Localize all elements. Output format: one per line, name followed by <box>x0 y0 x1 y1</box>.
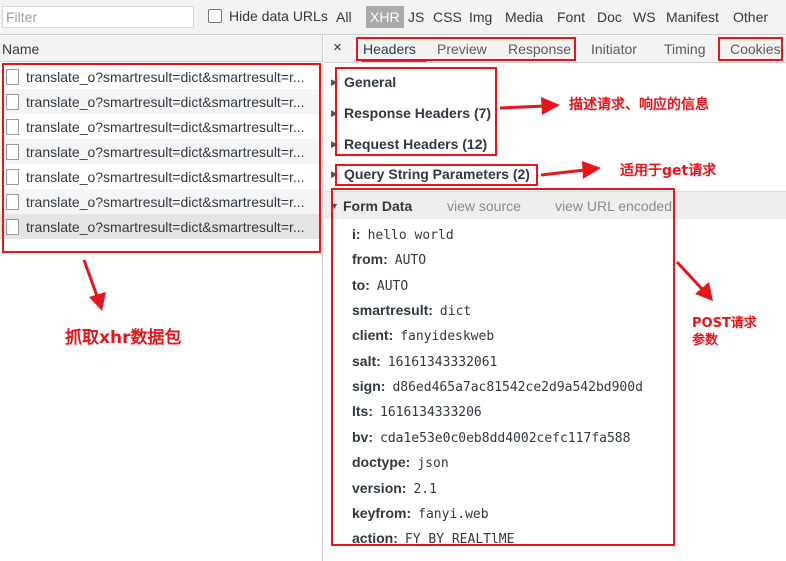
tab-timing[interactable]: Timing <box>664 41 706 57</box>
view-source-link[interactable]: view source <box>447 198 521 214</box>
section-form-data[interactable]: ▼ Form Data <box>330 198 412 214</box>
note-get-params: 适用于get请求 <box>620 163 717 179</box>
section-form-data-label: Form Data <box>343 198 413 214</box>
document-icon <box>6 143 19 160</box>
type-filter-all[interactable]: All <box>336 8 352 26</box>
form-param-bv: bv: cda1e53e0c0eb8dd4002cefc117fa588 <box>352 429 631 446</box>
tab-initiator[interactable]: Initiator <box>591 41 637 57</box>
arrow-get-params <box>540 168 586 177</box>
form-param-sign: sign: d86ed465a7ac81542ce2d9a542bd900d <box>352 378 643 395</box>
section-query-string-label: Query String Parameters (2) <box>344 166 530 182</box>
arrow-headers-info <box>499 104 546 110</box>
note-headers-info: 描述请求、响应的信息 <box>569 97 709 113</box>
form-param-lts: lts: 1616134333206 <box>352 403 482 420</box>
expand-triangle-icon: ▶ <box>331 138 338 149</box>
document-icon <box>6 218 19 235</box>
request-name: translate_o?smartresult=dict&smartresult… <box>26 93 305 110</box>
expand-triangle-icon: ▶ <box>331 76 338 87</box>
type-filter-img[interactable]: Img <box>469 8 492 26</box>
section-request-headers-label: Request Headers (12) <box>344 136 488 152</box>
view-url-encoded-link[interactable]: view URL encoded <box>555 198 672 214</box>
close-icon[interactable]: × <box>333 39 342 56</box>
document-icon <box>6 118 19 135</box>
arrow-post-params-head <box>695 282 713 301</box>
arrow-get-params-head <box>582 161 601 179</box>
type-filter-doc[interactable]: Doc <box>597 8 622 26</box>
type-filter-font[interactable]: Font <box>557 8 585 26</box>
tab-cookies[interactable]: Cookies <box>730 41 781 57</box>
form-param-action: action: FY_BY_REALTlME <box>352 530 515 547</box>
document-icon <box>6 68 19 85</box>
section-response-headers[interactable]: ▶ Response Headers (7) <box>331 105 491 121</box>
active-tab-indicator <box>361 60 427 62</box>
request-row[interactable]: translate_o?smartresult=dict&smartresult… <box>0 114 322 139</box>
section-response-headers-label: Response Headers (7) <box>344 105 492 121</box>
form-param-salt: salt: 16161343332061 <box>352 353 498 370</box>
request-name: translate_o?smartresult=dict&smartresult… <box>26 168 305 185</box>
request-name: translate_o?smartresult=dict&smartresult… <box>26 193 305 210</box>
form-param-to: to: AUTO <box>352 277 409 294</box>
request-name: translate_o?smartresult=dict&smartresult… <box>26 118 305 135</box>
document-icon <box>6 193 19 210</box>
form-param-keyfrom: keyfrom: fanyi.web <box>352 505 489 522</box>
form-param-smartresult: smartresult: dict <box>352 302 472 319</box>
request-row[interactable]: translate_o?smartresult=dict&smartresult… <box>0 64 322 89</box>
arrow-post-params <box>675 260 704 291</box>
tab-preview[interactable]: Preview <box>437 41 487 57</box>
form-param-from: from: AUTO <box>352 251 427 268</box>
type-filter-css[interactable]: CSS <box>433 8 462 26</box>
type-filter-other[interactable]: Other <box>733 8 768 26</box>
name-column-header[interactable]: Name <box>0 35 323 62</box>
note-capture-xhr: 抓取xhr数据包 <box>65 328 182 348</box>
request-row[interactable]: translate_o?smartresult=dict&smartresult… <box>0 189 322 214</box>
section-request-headers[interactable]: ▶ Request Headers (12) <box>331 136 487 152</box>
arrow-headers-info-head <box>541 97 560 115</box>
hide-data-urls-toggle[interactable]: Hide data URLs <box>208 8 328 24</box>
filter-input[interactable] <box>2 6 194 28</box>
network-toolbar: Hide data URLs All XHR JS CSS Img Media … <box>0 0 786 35</box>
type-filter-xhr[interactable]: XHR <box>366 6 404 28</box>
request-name: translate_o?smartresult=dict&smartresult… <box>26 143 305 160</box>
document-icon <box>6 168 19 185</box>
form-data-header: ▼ Form Data view source view URL encoded <box>324 191 786 219</box>
note-post-params-line2: 参数 <box>692 333 719 348</box>
request-name: translate_o?smartresult=dict&smartresult… <box>26 218 305 235</box>
form-param-client: client: fanyideskweb <box>352 327 495 344</box>
form-param-i: i: hello world <box>352 226 454 243</box>
form-param-doctype: doctype: json <box>352 454 449 471</box>
form-param-version: version: 2.1 <box>352 480 437 497</box>
request-row[interactable]: translate_o?smartresult=dict&smartresult… <box>0 139 322 164</box>
tab-headers[interactable]: Headers <box>363 41 416 57</box>
section-query-string[interactable]: ▶ Query String Parameters (2) <box>331 166 530 182</box>
type-filter-ws[interactable]: WS <box>633 8 656 26</box>
tab-response[interactable]: Response <box>508 41 571 57</box>
request-row-selected[interactable]: translate_o?smartresult=dict&smartresult… <box>0 214 322 239</box>
request-row[interactable]: translate_o?smartresult=dict&smartresult… <box>0 89 322 114</box>
collapse-triangle-icon: ▼ <box>330 201 339 211</box>
request-row[interactable]: translate_o?smartresult=dict&smartresult… <box>0 164 322 189</box>
type-filter-media[interactable]: Media <box>505 8 543 26</box>
type-filter-manifest[interactable]: Manifest <box>666 8 719 26</box>
request-list: translate_o?smartresult=dict&smartresult… <box>0 62 323 561</box>
hide-data-urls-checkbox[interactable] <box>208 9 222 23</box>
type-filter-js[interactable]: JS <box>408 8 424 26</box>
section-general-label: General <box>344 74 397 90</box>
document-icon <box>6 93 19 110</box>
detail-tabs: × Headers Preview Response Initiator Tim… <box>324 35 786 63</box>
request-name: translate_o?smartresult=dict&smartresult… <box>26 68 305 85</box>
expand-triangle-icon: ▶ <box>331 168 338 179</box>
section-general[interactable]: ▶ General <box>331 74 396 90</box>
expand-triangle-icon: ▶ <box>331 107 338 118</box>
hide-data-urls-label: Hide data URLs <box>229 8 328 24</box>
